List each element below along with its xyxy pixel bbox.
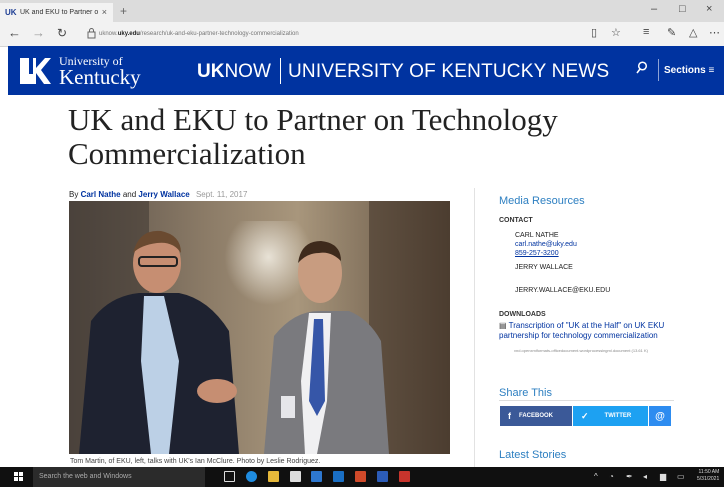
uknow-logo[interactable]: UKNOW <box>197 61 271 83</box>
contact1-name: CARL NATHE <box>515 232 559 239</box>
word-icon[interactable] <box>333 471 344 482</box>
mail-icon[interactable] <box>311 471 322 482</box>
author-link-2[interactable]: Jerry Wallace <box>138 190 189 199</box>
downloads-heading: DOWNLOADS <box>499 311 546 318</box>
keyboard-icon[interactable]: ▭ <box>677 472 685 482</box>
volume-icon[interactable]: ◂ <box>643 472 647 482</box>
email-share-button[interactable]: @ <box>649 406 671 426</box>
share-divider <box>499 400 674 401</box>
media-resources-title: Media Resources <box>499 195 585 207</box>
close-window-button[interactable]: × <box>706 3 712 15</box>
maximize-button[interactable]: □ <box>679 3 686 15</box>
facebook-share-button[interactable]: f FACEBOOK <box>500 406 572 426</box>
network-icon[interactable]: ◔ <box>609 472 614 482</box>
forward-arrow-icon[interactable]: → <box>32 26 45 40</box>
browser-nav-bar: ← → ↻ uknow.uky.edu/research/uk-and-eku-… <box>0 22 724 47</box>
contact-heading: CONTACT <box>499 217 533 224</box>
article-date: Sept. 11, 2017 <box>195 190 248 199</box>
site-header: University of Kentucky UKNOW UNIVERSITY … <box>8 46 724 95</box>
uknow-bold: UK <box>197 61 225 82</box>
share-title: Share This <box>499 387 552 399</box>
tab-close-button[interactable]: × <box>102 7 107 17</box>
clock-date: 5/31/2021 <box>697 476 720 482</box>
address-bar[interactable]: uknow.uky.edu/research/uk-and-eku-partne… <box>99 27 569 41</box>
twitter-share-button[interactable]: ✓ TWITTER <box>573 406 648 426</box>
uknow-rest: NOW <box>224 61 271 82</box>
favorite-star-icon[interactable]: ☆ <box>611 26 621 39</box>
contact2-email[interactable]: JERRY.WALLACE@EKU.EDU <box>515 286 610 295</box>
browser-tab-strip: UK UK and EKU to Partner o × + – □ × <box>0 0 724 22</box>
url-domain: uky.edu <box>117 31 140 37</box>
uk-favicon-icon: UK <box>5 8 17 17</box>
taskbar-search-box[interactable]: Search the web and Windows <box>33 467 205 487</box>
article-headline: UK and EKU to Partner on Technology Comm… <box>68 102 558 171</box>
windows-taskbar: Search the web and Windows ^ ◔ ✒ ◂ ▆ ▭ 1… <box>0 467 724 487</box>
share-icon[interactable]: △ <box>689 26 697 39</box>
url-path: /research/uk-and-eku-partner-technology-… <box>139 31 299 37</box>
contact2-name: JERRY WALLACE <box>515 264 573 271</box>
document-icon: ▤ <box>499 321 507 330</box>
author-link-1[interactable]: Carl Nathe <box>81 190 121 199</box>
header-divider-2 <box>658 59 659 81</box>
download-meta: vnd.openxmlformats-officedocument.wordpr… <box>514 348 648 353</box>
task-view-icon[interactable] <box>224 471 235 482</box>
contact1-email-link[interactable]: carl.nathe@uky.edu <box>515 240 577 249</box>
start-button[interactable] <box>14 472 24 482</box>
byline-and: and <box>122 190 137 199</box>
tray-chevron-icon[interactable]: ^ <box>594 472 598 482</box>
file-explorer-icon[interactable] <box>268 471 279 482</box>
uk-logo-icon[interactable] <box>18 56 52 86</box>
latest-stories-title: Latest Stories <box>499 449 567 461</box>
byline-by: By <box>69 190 79 199</box>
web-note-icon[interactable]: ✎ <box>667 26 676 39</box>
hub-icon[interactable]: ≡ <box>643 26 649 38</box>
download-link[interactable]: ▤ Transcription of "UK at the Half" on U… <box>499 321 679 341</box>
tab-title: UK and EKU to Partner o <box>20 9 99 16</box>
download-title: Transcription of "UK at the Half" on UK … <box>499 321 665 340</box>
site-title[interactable]: UNIVERSITY OF KENTUCKY NEWS <box>288 61 609 83</box>
email-icon: @ <box>655 410 665 422</box>
store-icon[interactable] <box>290 471 301 482</box>
facebook-label: FACEBOOK <box>519 413 554 419</box>
byline: By Carl Nathe and Jerry Wallace Sept. 11… <box>69 190 247 199</box>
new-tab-button[interactable]: + <box>120 4 127 18</box>
minimize-button[interactable]: – <box>651 3 657 15</box>
edge-icon[interactable] <box>246 471 257 482</box>
browser-tab[interactable]: UK UK and EKU to Partner o × <box>0 3 113 22</box>
outlook-icon[interactable] <box>377 471 388 482</box>
powerpoint-icon[interactable] <box>355 471 366 482</box>
logo-line-2: Kentucky <box>59 65 141 89</box>
twitter-label: TWITTER <box>604 413 632 419</box>
reading-view-icon[interactable]: ▯ <box>591 26 597 39</box>
sidebar-divider <box>474 188 475 468</box>
photo-caption: Tom Martin, of EKU, left, talks with UK'… <box>70 458 321 465</box>
facebook-icon: f <box>508 411 511 421</box>
more-icon[interactable]: ⋯ <box>709 26 720 39</box>
contact1-phone-link[interactable]: 859-257-3200 <box>515 249 559 258</box>
clock-time: 11:50 AM <box>698 469 720 475</box>
back-arrow-icon[interactable]: ← <box>8 26 21 40</box>
notifications-icon[interactable]: ▆ <box>660 472 666 482</box>
article-photo <box>69 201 450 454</box>
pen-icon[interactable]: ✒ <box>626 472 633 482</box>
lock-icon <box>87 28 96 39</box>
refresh-icon[interactable]: ↻ <box>57 26 67 40</box>
url-prefix: uknow. <box>99 31 118 37</box>
search-icon[interactable] <box>636 61 648 74</box>
taskbar-clock[interactable]: 11:50 AM 5/31/2021 <box>697 469 719 483</box>
acrobat-icon[interactable] <box>399 471 410 482</box>
sections-menu-button[interactable]: Sections ≡ <box>664 65 714 76</box>
header-divider <box>280 58 281 84</box>
twitter-icon: ✓ <box>581 410 589 421</box>
